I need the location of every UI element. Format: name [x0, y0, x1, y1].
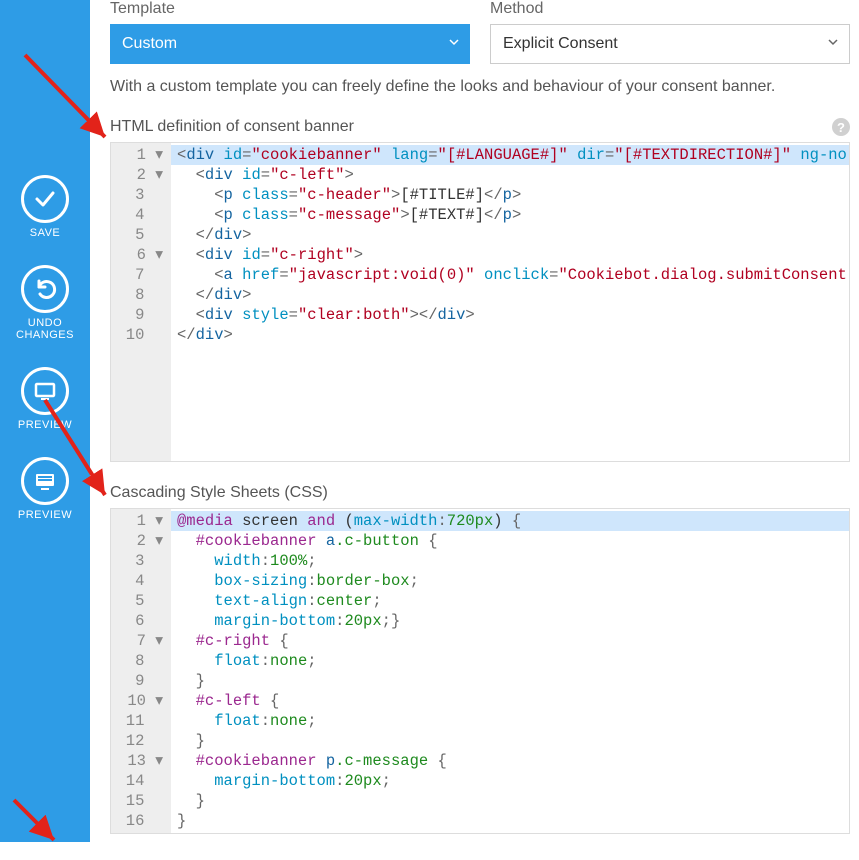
- preview-desktop-button[interactable]: PREVIEW: [18, 367, 72, 431]
- preview1-label: PREVIEW: [18, 419, 72, 431]
- html-code-editor[interactable]: 1 ▾2 ▾3 4 5 6 ▾7 8 9 10 <div id="cookieb…: [110, 142, 850, 462]
- template-select[interactable]: Custom: [110, 24, 470, 64]
- undo-icon: [21, 265, 69, 313]
- html-code[interactable]: <div id="cookiebanner" lang="[#LANGUAGE#…: [171, 143, 849, 461]
- help-icon[interactable]: ?: [832, 118, 850, 136]
- css-heading: Cascading Style Sheets (CSS): [110, 484, 328, 502]
- template-field: Template Custom: [110, 0, 470, 64]
- css-section-header: Cascading Style Sheets (CSS): [110, 484, 850, 502]
- sidebar: SAVE UNDO CHANGES PREVIEW PREVIEW: [0, 0, 90, 842]
- template-value: Custom: [122, 35, 177, 53]
- html-section-header: HTML definition of consent banner ?: [110, 118, 850, 136]
- main-content: Template Custom Method Explicit Consent …: [110, 0, 850, 856]
- save-label: SAVE: [30, 227, 61, 239]
- css-code-editor[interactable]: 1 ▾2 ▾3 4 5 6 7 ▾8 9 10 ▾11 12 13 ▾14 15…: [110, 508, 850, 834]
- method-field: Method Explicit Consent: [490, 0, 850, 64]
- chevron-down-icon: [448, 35, 460, 53]
- method-select[interactable]: Explicit Consent: [490, 24, 850, 64]
- css-code[interactable]: @media screen and (max-width:720px) { #c…: [171, 509, 849, 833]
- monitor-outline-icon: [21, 367, 69, 415]
- method-label: Method: [490, 0, 850, 18]
- html-heading: HTML definition of consent banner: [110, 118, 354, 136]
- save-button[interactable]: SAVE: [21, 175, 69, 239]
- fields-row: Template Custom Method Explicit Consent: [110, 0, 850, 64]
- chevron-down-icon: [827, 35, 839, 53]
- template-label: Template: [110, 0, 470, 18]
- undo-changes-button[interactable]: UNDO CHANGES: [16, 265, 74, 341]
- preview-mobile-button[interactable]: PREVIEW: [18, 457, 72, 521]
- html-gutter: 1 ▾2 ▾3 4 5 6 ▾7 8 9 10: [111, 143, 171, 461]
- undo-label: UNDO CHANGES: [16, 317, 74, 341]
- method-value: Explicit Consent: [503, 35, 618, 53]
- template-description: With a custom template you can freely de…: [110, 78, 850, 96]
- css-gutter: 1 ▾2 ▾3 4 5 6 7 ▾8 9 10 ▾11 12 13 ▾14 15…: [111, 509, 171, 833]
- checkmark-icon: [21, 175, 69, 223]
- monitor-filled-icon: [21, 457, 69, 505]
- preview2-label: PREVIEW: [18, 509, 72, 521]
